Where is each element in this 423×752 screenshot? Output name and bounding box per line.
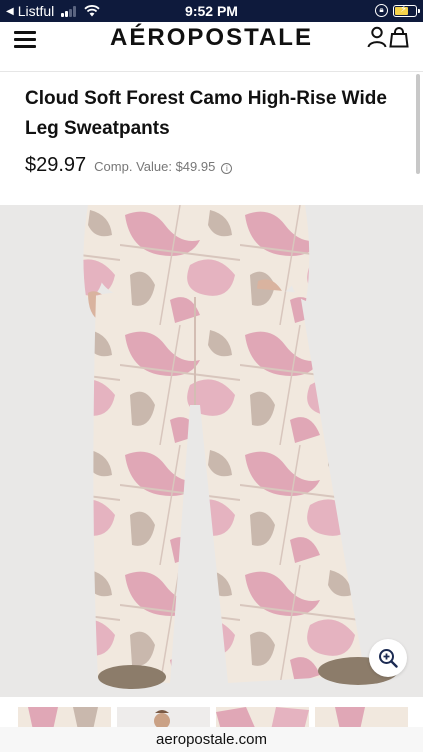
browser-url-bar[interactable]: aeropostale.com <box>0 727 423 752</box>
status-time: 9:52 PM <box>185 3 238 19</box>
comp-value: Comp. Value: $49.95 <box>94 159 216 174</box>
brand-logo[interactable]: AÉROPOSTALE <box>0 24 423 52</box>
battery-charging-icon: ⚡︎ <box>393 4 420 17</box>
zoom-button[interactable] <box>369 639 407 677</box>
product-price: $29.97 <box>25 154 87 176</box>
status-bar: ◀ Listful 9:52 PM 🔒︎ ⚡︎ <box>0 0 423 22</box>
orientation-lock-icon: 🔒︎ <box>375 4 388 17</box>
info-icon[interactable]: i <box>221 163 233 174</box>
shopping-bag-icon[interactable] <box>389 26 409 48</box>
site-header: AÉROPOSTALE <box>0 22 423 72</box>
sweatpants-illustration <box>83 205 398 689</box>
price-row: $29.97 Comp. Value: $49.95 i <box>25 154 233 177</box>
account-icon[interactable] <box>367 26 387 48</box>
product-title: Cloud Soft Forest Camo High-Rise Wide Le… <box>25 88 387 139</box>
zoom-in-icon <box>379 649 398 668</box>
product-image[interactable] <box>0 205 423 697</box>
status-right: 🔒︎ ⚡︎ <box>375 4 420 17</box>
page-scrollbar[interactable] <box>416 74 420 174</box>
